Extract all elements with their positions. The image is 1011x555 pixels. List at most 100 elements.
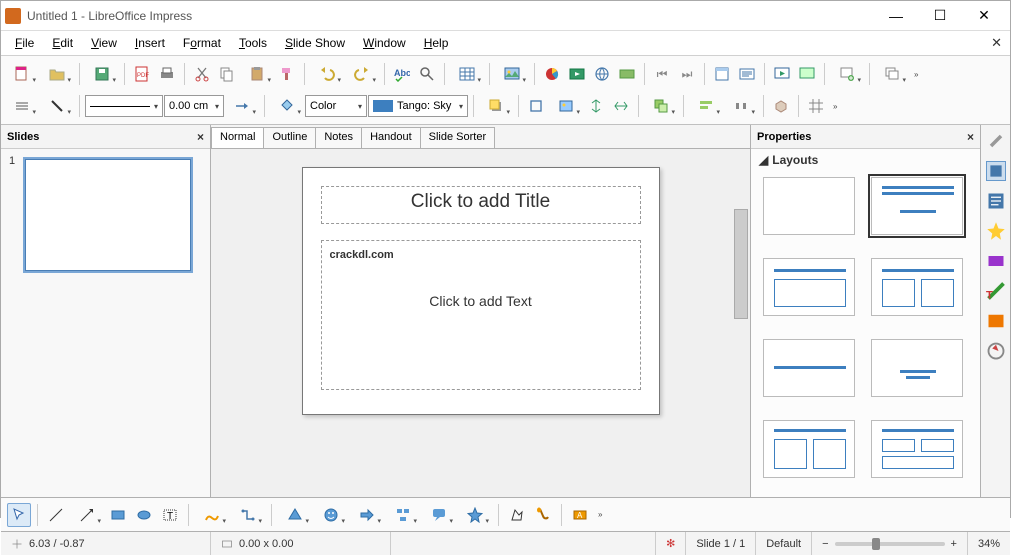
sidebar-settings-icon[interactable] — [986, 131, 1006, 151]
sidebar-animation-icon[interactable]: T — [986, 281, 1006, 301]
sidebar-gallery-icon[interactable] — [986, 221, 1006, 241]
shadow-button[interactable] — [479, 94, 513, 118]
layout-blank[interactable] — [763, 177, 855, 235]
line-style-button[interactable] — [5, 94, 39, 118]
minimize-button[interactable]: — — [874, 2, 918, 30]
line-arrow-tool[interactable] — [70, 503, 104, 527]
layout-title-content[interactable] — [871, 177, 963, 235]
basic-shapes-tool[interactable] — [278, 503, 312, 527]
open-button[interactable] — [40, 62, 74, 86]
fill-color-select[interactable]: Tango: Sky▾ — [368, 95, 468, 117]
ellipse-tool[interactable] — [132, 503, 156, 527]
first-slide-button[interactable]: ⏮ — [650, 62, 674, 86]
line-tool[interactable] — [44, 503, 68, 527]
new-document-button[interactable] — [5, 62, 39, 86]
fill-color-button[interactable] — [270, 94, 304, 118]
flip-vertical-button[interactable] — [584, 94, 608, 118]
extrusion-button[interactable] — [769, 94, 793, 118]
layout-title-only[interactable] — [763, 258, 855, 316]
flip-horizontal-button[interactable] — [609, 94, 633, 118]
menu-format[interactable]: Format — [175, 34, 229, 52]
paste-button[interactable] — [240, 62, 274, 86]
spellcheck-button[interactable]: Abc — [390, 62, 414, 86]
tab-slide-sorter[interactable]: Slide Sorter — [420, 127, 495, 148]
sidebar-styles-icon[interactable] — [986, 191, 1006, 211]
insert-fontwork-button[interactable] — [615, 62, 639, 86]
arrow-style-button[interactable] — [225, 94, 259, 118]
slide-canvas-area[interactable]: Click to add Title crackdl.com Click to … — [211, 149, 750, 497]
insert-text-box-button[interactable] — [735, 62, 759, 86]
sidebar-properties-icon[interactable] — [986, 161, 1006, 181]
sidebar-transition-icon[interactable] — [986, 311, 1006, 331]
layout-header-two[interactable] — [763, 420, 855, 478]
layouts-section-header[interactable]: ◢Layouts — [751, 149, 980, 171]
flowchart-tool[interactable] — [386, 503, 420, 527]
glue-points-tool[interactable] — [531, 503, 555, 527]
menu-slideshow[interactable]: Slide Show — [277, 34, 353, 52]
slides-thumbnail-list[interactable]: 1 — [1, 149, 210, 497]
grid-button[interactable] — [804, 94, 828, 118]
sidebar-master-icon[interactable] — [986, 341, 1006, 361]
format-paintbrush-button[interactable] — [275, 62, 299, 86]
status-slide-count[interactable]: Slide 1 / 1 — [686, 532, 756, 555]
line-width-input[interactable]: 0.00 cm▾ — [164, 95, 224, 117]
slide-thumbnail-1[interactable] — [23, 157, 193, 273]
tab-outline[interactable]: Outline — [263, 127, 316, 148]
insert-header-footer-button[interactable] — [710, 62, 734, 86]
content-placeholder[interactable]: crackdl.com Click to add Text — [321, 240, 641, 390]
find-button[interactable] — [415, 62, 439, 86]
slide-canvas[interactable]: Click to add Title crackdl.com Click to … — [302, 167, 660, 415]
last-slide-button[interactable]: ⏭ — [675, 62, 699, 86]
layout-centered[interactable] — [871, 339, 963, 397]
align-button[interactable] — [689, 94, 723, 118]
symbol-shapes-tool[interactable] — [314, 503, 348, 527]
insert-media-button[interactable] — [565, 62, 589, 86]
insert-image-button[interactable] — [495, 62, 529, 86]
status-page-style[interactable]: Default — [756, 532, 812, 555]
cut-button[interactable] — [190, 62, 214, 86]
close-window-button[interactable]: ✕ — [962, 2, 1006, 30]
copy-button[interactable] — [215, 62, 239, 86]
connector-tool[interactable] — [231, 503, 265, 527]
filter-button[interactable] — [549, 94, 583, 118]
sidebar-navigator-icon[interactable] — [986, 251, 1006, 271]
insert-hyperlink-button[interactable] — [590, 62, 614, 86]
curve-tool[interactable] — [195, 503, 229, 527]
start-slideshow-button[interactable] — [770, 62, 794, 86]
menu-insert[interactable]: Insert — [127, 34, 173, 52]
save-button[interactable] — [85, 62, 119, 86]
layout-header-grid[interactable] — [871, 420, 963, 478]
undo-button[interactable] — [310, 62, 344, 86]
new-slide-button[interactable] — [830, 62, 864, 86]
insert-chart-button[interactable] — [540, 62, 564, 86]
redo-button[interactable] — [345, 62, 379, 86]
crop-button[interactable] — [524, 94, 548, 118]
line-color-button[interactable] — [40, 94, 74, 118]
tab-normal[interactable]: Normal — [211, 127, 264, 148]
callouts-tool[interactable] — [422, 503, 456, 527]
menu-tools[interactable]: Tools — [231, 34, 275, 52]
toolbar-overflow-icon[interactable]: » — [910, 70, 918, 79]
maximize-button[interactable]: ☐ — [918, 2, 962, 30]
status-save-indicator[interactable]: ✻ — [656, 532, 686, 555]
menu-view[interactable]: View — [83, 34, 125, 52]
title-placeholder[interactable]: Click to add Title — [321, 186, 641, 224]
layout-title-bar[interactable] — [763, 339, 855, 397]
arrange-button[interactable] — [644, 94, 678, 118]
distribute-button[interactable] — [724, 94, 758, 118]
fontwork-tool[interactable]: A — [568, 503, 592, 527]
tab-handout[interactable]: Handout — [361, 127, 421, 148]
properties-panel-close-icon[interactable]: × — [967, 130, 974, 144]
menu-file[interactable]: File — [7, 34, 42, 52]
menu-window[interactable]: Window — [355, 34, 414, 52]
block-arrows-tool[interactable] — [350, 503, 384, 527]
polygon-tool[interactable] — [505, 503, 529, 527]
close-document-button[interactable]: ✕ — [991, 35, 1002, 51]
menu-edit[interactable]: Edit — [44, 34, 81, 52]
status-zoom-value[interactable]: 34% — [968, 532, 1010, 555]
table-button[interactable] — [450, 62, 484, 86]
text-box-tool[interactable]: T — [158, 503, 182, 527]
status-zoom-slider[interactable]: −+ — [812, 532, 968, 555]
duplicate-slide-button[interactable] — [875, 62, 909, 86]
toolbar2-overflow-icon[interactable]: » — [829, 102, 837, 111]
